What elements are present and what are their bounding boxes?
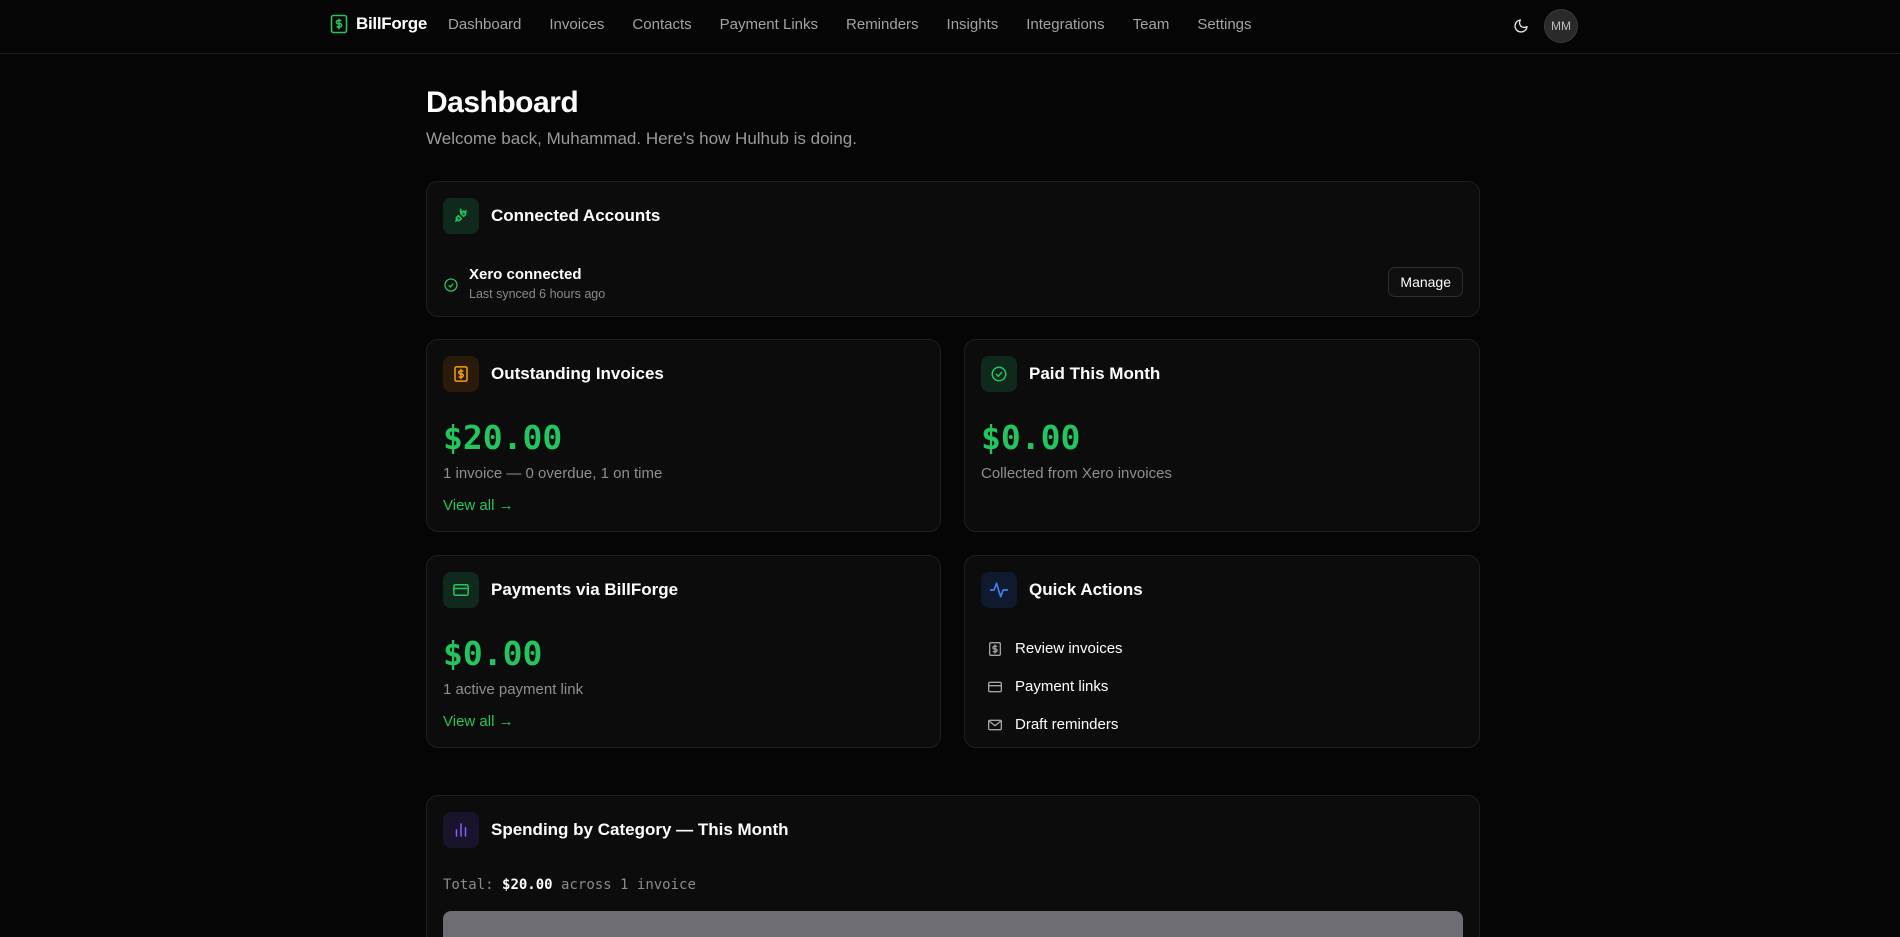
credit-card-icon [443,572,479,608]
total-amount: $20.00 [502,877,553,893]
invoice-icon [989,641,1001,656]
nav-dashboard[interactable]: Dashboard [448,16,521,33]
page-title: Dashboard [426,86,579,119]
nav-team[interactable]: Team [1133,16,1170,33]
outstanding-invoices-card: Outstanding Invoices $20.00 1 invoice — … [426,339,941,532]
draft-reminders-action[interactable]: Draft reminders [987,716,1123,733]
account-name: Xero connected [469,266,582,283]
quick-action-label: Draft reminders [1015,716,1119,733]
mail-icon [988,719,1002,730]
card-title: Payments via BillForge [491,580,679,599]
invoice-dollar-icon [443,356,479,392]
card-title: Outstanding Invoices [491,364,664,383]
card-header: Paid This Month [981,356,1160,392]
payments-detail: 1 active payment link [443,681,584,698]
payments-amount: $0.00 [443,634,543,673]
card-title: Quick Actions [1029,580,1143,599]
payments-via-billforge-card: Payments via BillForge $0.00 1 active pa… [426,555,941,748]
spending-total: Total: $20.00 across 1 invoice [443,877,696,893]
brand[interactable]: BillForge [330,14,427,34]
check-circle-icon [981,356,1017,392]
nav-insights[interactable]: Insights [947,16,999,33]
outstanding-detail: 1 invoice — 0 overdue, 1 on time [443,465,663,482]
nav-settings[interactable]: Settings [1197,16,1251,33]
card-title: Spending by Category — This Month [491,820,789,839]
card-header: Spending by Category — This Month [443,812,789,848]
xero-status: Xero connected Last synced 6 hours ago [443,266,605,301]
quick-action-label: Review invoices [1015,640,1123,657]
view-all-invoices-link[interactable]: View all → [443,497,514,514]
main-nav: Dashboard Invoices Contacts Payment Link… [448,16,1252,33]
card-header: Outstanding Invoices [443,356,664,392]
view-all-payment-links-link[interactable]: View all → [443,713,514,730]
bar-chart-icon [443,812,479,848]
activity-icon [981,572,1017,608]
quick-actions-card: Quick Actions Review invoices Payment li… [964,555,1480,748]
total-suffix: across 1 invoice [561,877,696,893]
moon-icon [1514,19,1528,33]
billforge-logo-icon [330,14,348,34]
quick-actions-list: Review invoices Payment links Draft remi… [987,640,1123,733]
nav-integrations[interactable]: Integrations [1026,16,1104,33]
paid-detail: Collected from Xero invoices [981,465,1172,482]
top-navigation-bar: BillForge Dashboard Invoices Contacts Pa… [0,0,1900,54]
check-circle-icon [444,278,458,292]
card-icon [988,681,1002,692]
nav-payment-links[interactable]: Payment Links [720,16,818,33]
card-title: Connected Accounts [491,206,661,225]
paid-amount: $0.00 [981,418,1081,457]
last-synced-text: Last synced 6 hours ago [469,287,606,301]
card-header: Quick Actions [981,572,1143,608]
nav-contacts[interactable]: Contacts [632,16,691,33]
card-header: Connected Accounts [443,198,660,234]
nav-reminders[interactable]: Reminders [846,16,919,33]
review-invoices-action[interactable]: Review invoices [987,640,1123,657]
card-title: Paid This Month [1029,364,1161,383]
user-avatar[interactable]: MM [1544,9,1578,43]
manage-button[interactable]: Manage [1388,267,1463,297]
connected-accounts-card: Connected Accounts Xero connected Last s… [426,181,1480,317]
card-header: Payments via BillForge [443,572,678,608]
spending-by-category-card: Spending by Category — This Month Total:… [426,795,1480,937]
plug-icon [443,198,479,234]
payment-links-action[interactable]: Payment links [987,678,1123,695]
theme-toggle-button[interactable] [1510,15,1532,37]
outstanding-amount: $20.00 [443,418,563,457]
page-subtitle: Welcome back, Muhammad. Here's how Hulhu… [426,129,857,148]
brand-name: BillForge [356,14,427,33]
category-bar[interactable] [443,911,1463,937]
total-prefix: Total: [443,877,494,893]
quick-action-label: Payment links [1015,678,1109,695]
paid-this-month-card: Paid This Month $0.00 Collected from Xer… [964,339,1480,532]
nav-invoices[interactable]: Invoices [549,16,604,33]
